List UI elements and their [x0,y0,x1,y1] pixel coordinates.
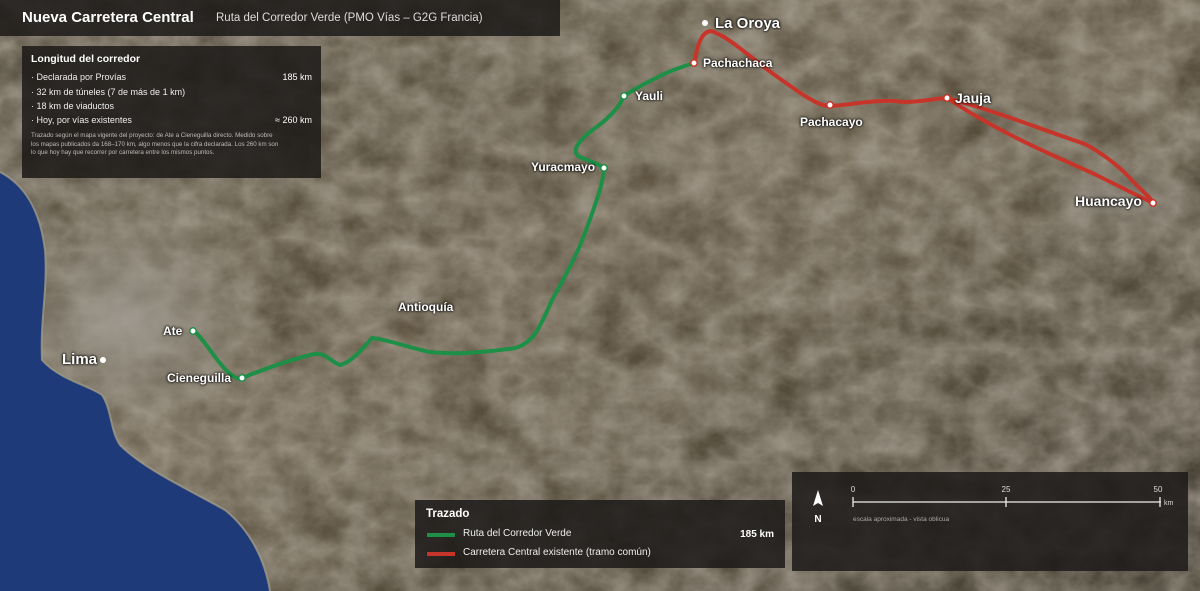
label-cieneguilla: Cieneguilla [167,371,232,385]
map-title: Nueva Carretera Central [22,9,194,26]
node-cieneguilla [238,374,246,382]
length-item-viaducts: · 18 km de viaductos [31,101,115,111]
label-yuracmayo: Yuracmayo [531,160,596,174]
title-bar: Nueva Carretera Central Ruta del Corredo… [0,0,560,36]
legend-panel: Trazado Ruta del Corredor Verde 185 km C… [415,500,785,568]
legend-value-green: 185 km [740,529,774,540]
node-yauli [620,92,628,100]
node-jauja [943,94,951,102]
scale-caption: escala aproximada - vista oblicua [853,516,949,523]
node-pachachaca [690,59,698,67]
legend-label-green: Ruta del Corredor Verde [463,528,572,539]
node-pachacayo [826,101,834,109]
map-subtitle: Ruta del Corredor Verde (PMO Vías – G2G … [216,12,483,24]
legend-label-red: Carretera Central existente (tramo común… [463,547,651,558]
label-huancayo: Huancayo [1075,193,1142,209]
length-item-existing: · Hoy, por vías existentes [31,115,132,125]
label-pachacayo: Pachacayo [800,115,863,129]
label-la-oroya: La Oroya [715,15,781,32]
scale-label-50: 50 [1154,485,1163,494]
node-huancayo [1149,199,1157,207]
label-yauli: Yauli [635,89,664,103]
north-label: N [814,514,821,525]
node-yuracmayo [600,164,608,172]
node-lima [100,357,106,363]
length-value-existing: ≈ 260 km [275,115,312,125]
scale-label-0: 0 [851,485,856,494]
scale-graphic: N 0 25 50 km escala aproximada - vista o… [813,485,1174,525]
label-pachachaca: Pachachaca [703,56,773,70]
label-antioquia: Antioquía [398,300,454,314]
scale-panel: N 0 25 50 km escala aproximada - vista o… [792,472,1188,571]
scale-unit: km [1164,500,1174,507]
length-panel-title: Longitud del corredor [31,53,141,65]
node-la-oroya [702,20,708,26]
scale-label-25: 25 [1002,485,1011,494]
node-ate [189,327,197,335]
north-arrow-icon [813,490,823,506]
legend-swatch-green [427,533,455,537]
length-item-tunnels: · 32 km de túneles (7 de más de 1 km) [31,87,186,97]
corridor-length-panel: Longitud del corredor · Declarada por Pr… [22,46,321,178]
label-jauja: Jauja [955,90,991,106]
length-note: Trazado según el mapa vigente del proyec… [31,132,279,157]
legend-title: Trazado [426,508,470,520]
length-value-declared: 185 km [282,72,312,82]
length-item-declared: · Declarada por Provías [31,72,127,82]
label-ate: Ate [163,324,183,338]
label-lima: Lima [62,351,98,368]
legend-swatch-red [427,552,455,556]
